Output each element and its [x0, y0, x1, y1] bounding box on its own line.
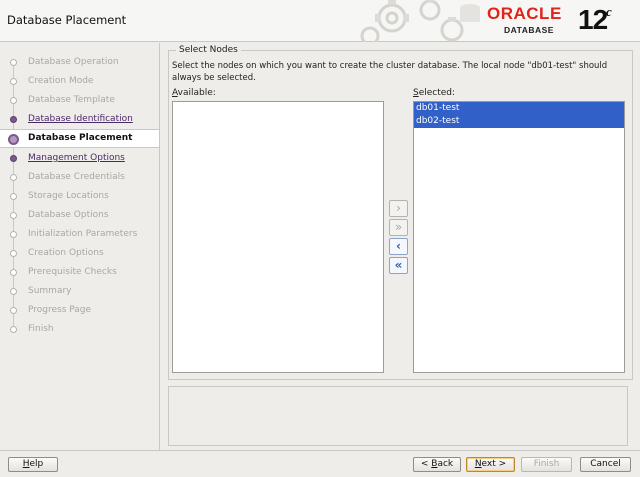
step-creation-options: Creation Options	[0, 244, 159, 263]
step-indicator-icon	[10, 288, 17, 295]
step-indicator-icon	[10, 193, 17, 200]
move-all-left-button[interactable]: «	[389, 257, 408, 274]
help-button[interactable]: Help	[8, 457, 58, 472]
step-label: Database Credentials	[28, 172, 125, 182]
step-label: Creation Options	[28, 248, 104, 258]
move-all-right-button[interactable]: »	[389, 219, 408, 236]
step-indicator-icon	[10, 78, 17, 85]
step-label: Initialization Parameters	[28, 229, 138, 239]
step-label: Database Operation	[28, 57, 119, 67]
step-indicator-icon	[10, 116, 17, 123]
step-label: Database Placement	[28, 133, 133, 143]
oracle-logo: ORACLE DATABASE 12 c	[487, 4, 637, 40]
step-indicator-icon	[10, 174, 17, 181]
available-nodes-list[interactable]	[172, 101, 384, 373]
step-database-template: Database Template	[0, 91, 159, 110]
steps-sidebar: Database Operation Creation Mode Database …	[0, 43, 160, 450]
step-database-credentials: Database Credentials	[0, 168, 159, 187]
node-list-item[interactable]: db01-test	[414, 102, 624, 115]
version-number: 12	[578, 4, 608, 35]
step-database-operation: Database Operation	[0, 53, 159, 72]
step-indicator-icon	[10, 269, 17, 276]
step-indicator-icon	[10, 307, 17, 314]
step-label: Storage Locations	[28, 191, 109, 201]
step-creation-mode: Creation Mode	[0, 72, 159, 91]
step-summary: Summary	[0, 282, 159, 301]
step-database-identification[interactable]: Database Identification	[0, 110, 159, 129]
group-title: Select Nodes	[176, 45, 241, 55]
step-initialization-parameters: Initialization Parameters	[0, 225, 159, 244]
step-label: Database Options	[28, 210, 109, 220]
instructions-text: Select the nodes on which you want to cr…	[172, 61, 608, 83]
step-label: Management Options	[28, 153, 125, 163]
database-wordmark: DATABASE	[504, 25, 554, 35]
step-label: Database Template	[28, 95, 115, 105]
oracle-wordmark: ORACLE	[487, 4, 562, 23]
message-area	[168, 386, 628, 446]
move-left-button[interactable]: ‹	[389, 238, 408, 255]
step-label: Summary	[28, 286, 72, 296]
step-database-placement: Database Placement	[0, 129, 159, 148]
step-database-options: Database Options	[0, 206, 159, 225]
step-management-options[interactable]: Management Options	[0, 149, 159, 168]
page-title: Database Placement	[7, 13, 127, 27]
step-label: Progress Page	[28, 305, 92, 315]
back-button[interactable]: < Back	[413, 457, 461, 472]
step-prerequisite-checks: Prerequisite Checks	[0, 263, 159, 282]
step-indicator-icon	[8, 134, 19, 145]
step-finish: Finish	[0, 320, 159, 339]
step-indicator-icon	[10, 326, 17, 333]
selected-label: Selected:	[413, 88, 456, 98]
step-indicator-icon	[10, 97, 17, 104]
step-indicator-icon	[10, 212, 17, 219]
version-suffix: c	[606, 4, 612, 19]
step-label: Database Identification	[28, 114, 133, 124]
gears-graphic	[360, 0, 480, 42]
step-indicator-icon	[10, 250, 17, 257]
selected-nodes-list[interactable]: db01-test db02-test	[413, 101, 625, 373]
step-indicator-icon	[10, 59, 17, 66]
next-button[interactable]: Next >	[466, 457, 515, 472]
step-label: Creation Mode	[28, 76, 94, 86]
node-list-item[interactable]: db02-test	[414, 115, 624, 128]
wizard-header: Database Placement ORACLE DATABASE 12 c	[0, 0, 640, 42]
step-indicator-icon	[10, 231, 17, 238]
step-indicator-icon	[10, 155, 17, 162]
finish-button: Finish	[521, 457, 572, 472]
step-progress-page: Progress Page	[0, 301, 159, 320]
move-right-button[interactable]: ›	[389, 200, 408, 217]
step-label: Prerequisite Checks	[28, 267, 117, 277]
cancel-button[interactable]: Cancel	[580, 457, 631, 472]
available-label: Available:	[172, 88, 216, 98]
step-storage-locations: Storage Locations	[0, 187, 159, 206]
step-label: Finish	[28, 324, 54, 334]
